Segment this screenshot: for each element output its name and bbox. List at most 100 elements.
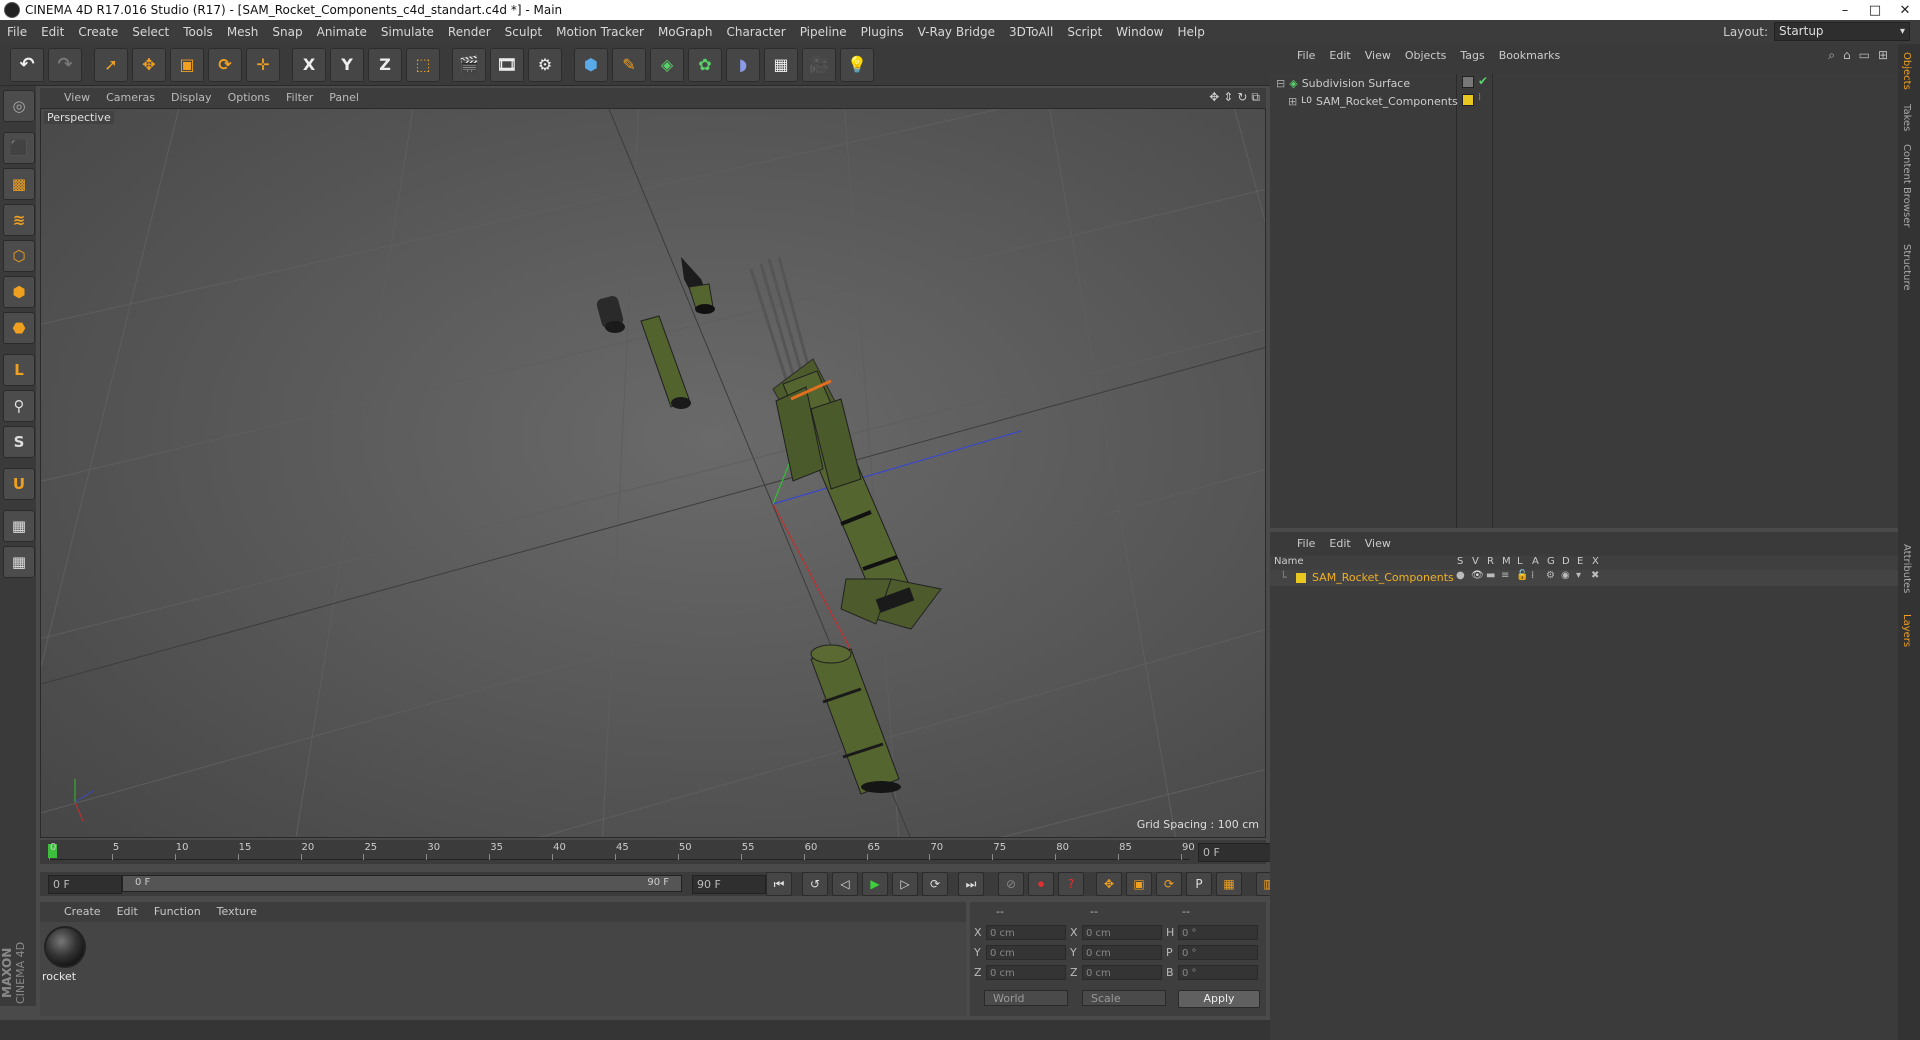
transform-tool-icon[interactable]: ✛ (246, 47, 280, 82)
subdivision-generator-icon[interactable]: ◈ (650, 47, 684, 82)
object-editor-visibility-toggle[interactable] (1462, 76, 1474, 88)
position-x-field[interactable]: 0 cm (986, 925, 1066, 940)
new-window-icon[interactable]: ▭ (1859, 48, 1870, 63)
rotate-tool-icon[interactable]: ⟳ (208, 47, 242, 82)
menu-help[interactable]: Help (1170, 20, 1211, 44)
layer-render-icon[interactable]: ▬ (1486, 570, 1495, 581)
menu-animate[interactable]: Animate (310, 20, 374, 44)
coordinate-mode-dropdown[interactable]: World (984, 990, 1068, 1006)
position-y-field[interactable]: 0 cm (986, 945, 1066, 960)
size-y-field[interactable]: 0 cm (1082, 945, 1162, 960)
menu-vray-bridge[interactable]: V-Ray Bridge (911, 20, 1002, 44)
object-name[interactable]: SAM_Rocket_Components (1316, 95, 1458, 108)
viewport-rotate-icon[interactable]: ↻ (1237, 90, 1247, 105)
previous-key-icon[interactable]: ◁ (832, 872, 858, 896)
render-settings-icon[interactable]: ⚙ (528, 47, 562, 82)
collapse-icon[interactable]: ⊟ (1276, 77, 1285, 90)
search-icon[interactable]: ⌕ (1828, 48, 1835, 63)
deformer-icon[interactable]: ◗ (726, 47, 760, 82)
objects-menu-view[interactable]: View (1358, 49, 1398, 62)
viewport-menu-view[interactable]: View (56, 88, 98, 108)
key-pla-icon[interactable]: ▦ (1216, 872, 1242, 896)
points-mode-icon[interactable]: ⬡ (3, 240, 35, 272)
grid-snap-icon[interactable]: ▦ (3, 546, 35, 578)
spline-pen-icon[interactable]: ✎ (612, 47, 646, 82)
tab-objects[interactable]: Objects (1901, 52, 1912, 90)
move-tool-icon[interactable]: ✥ (132, 47, 166, 82)
menu-select[interactable]: Select (125, 20, 176, 44)
menu-create[interactable]: Create (71, 20, 125, 44)
layers-menu-view[interactable]: View (1358, 537, 1398, 550)
next-key-icon[interactable]: ▷ (892, 872, 918, 896)
object-row-subdivision-surface[interactable]: ⊟ ◈ Subdivision Surface (1276, 74, 1410, 92)
axis-mode-icon[interactable]: L (3, 354, 35, 386)
tab-structure[interactable]: Structure (1901, 244, 1912, 291)
position-z-field[interactable]: 0 cm (986, 965, 1066, 980)
menu-plugins[interactable]: Plugins (854, 20, 911, 44)
menu-simulate[interactable]: Simulate (374, 20, 441, 44)
texture-mode-icon[interactable]: ▩ (3, 168, 35, 200)
home-icon[interactable]: ⌂ (1843, 48, 1851, 63)
menu-file[interactable]: File (0, 20, 34, 44)
light-icon[interactable]: 💡 (840, 47, 874, 82)
objects-menu-bookmarks[interactable]: Bookmarks (1492, 49, 1567, 62)
menu-tools[interactable]: Tools (176, 20, 220, 44)
key-rotation-icon[interactable]: ⟳ (1156, 872, 1182, 896)
record-keyframe-icon[interactable]: ⏺ (1028, 872, 1054, 896)
menu-script[interactable]: Script (1060, 20, 1109, 44)
scale-tool-icon[interactable]: ▣ (170, 47, 204, 82)
tab-takes[interactable]: Takes (1901, 104, 1912, 131)
layer-flag-a[interactable]: A (1532, 556, 1539, 567)
menu-motion-tracker[interactable]: Motion Tracker (549, 20, 651, 44)
viewport-menu-filter[interactable]: Filter (278, 88, 321, 108)
floor-environment-icon[interactable]: ▦ (764, 47, 798, 82)
layer-lock-icon[interactable]: 🔓 (1516, 570, 1528, 581)
enabled-check-icon[interactable]: ✔ (1478, 74, 1488, 88)
polygons-mode-icon[interactable]: ⬣ (3, 312, 35, 344)
snapping-icon[interactable]: S (3, 426, 35, 458)
layer-expressions-icon[interactable]: ▾ (1576, 570, 1581, 581)
layer-deformers-icon[interactable]: ◉ (1561, 570, 1570, 581)
rotation-h-field[interactable]: 0 ° (1178, 925, 1258, 940)
make-editable-icon[interactable]: ◎ (3, 90, 35, 122)
preview-range-slider[interactable]: 0 F 90 F (122, 875, 682, 892)
model-mode-icon[interactable]: ⬛ (3, 132, 35, 164)
live-selection-icon[interactable]: ➚ (94, 47, 128, 82)
layer-xref-icon[interactable]: ✖ (1591, 570, 1599, 581)
objects-menu-edit[interactable]: Edit (1322, 49, 1357, 62)
layer-generators-icon[interactable]: ⚙ (1546, 570, 1555, 581)
layers-menu-edit[interactable]: Edit (1322, 537, 1357, 550)
layer-name-column[interactable]: Name (1274, 556, 1304, 567)
layer-flag-r[interactable]: R (1487, 556, 1494, 567)
menu-mesh[interactable]: Mesh (220, 20, 266, 44)
menu-render[interactable]: Render (441, 20, 498, 44)
key-position-icon[interactable]: ✥ (1096, 872, 1122, 896)
play-forward-icon[interactable]: ▶ (862, 872, 888, 896)
menu-character[interactable]: Character (719, 20, 792, 44)
layer-color-swatch[interactable] (1462, 94, 1474, 106)
layer-flag-d[interactable]: D (1562, 556, 1570, 567)
timeline-track[interactable]: 0 5 10 15 20 25 30 35 40 45 50 55 60 65 70 75 80 85 90 (48, 842, 1195, 860)
motion-record-icon[interactable]: ⊘ (998, 872, 1024, 896)
timeline-ruler[interactable]: 0 5 10 15 20 25 30 35 40 45 50 55 60 65 70 75 80 85 90 0 F (40, 840, 1272, 864)
material-menu-edit[interactable]: Edit (109, 902, 146, 922)
layer-flag-m[interactable]: M (1502, 556, 1511, 567)
go-to-end-icon[interactable]: ⏭ (958, 872, 984, 896)
layer-solo-icon[interactable]: ● (1456, 570, 1465, 581)
menu-edit[interactable]: Edit (34, 20, 71, 44)
viewport-move-icon[interactable]: ✥ (1209, 90, 1219, 105)
loop-mode-icon[interactable]: ⟳ (922, 872, 948, 896)
go-to-start-icon[interactable]: ⏮ (766, 872, 792, 896)
tab-layers[interactable]: Layers (1901, 614, 1912, 647)
menu-3dtoall[interactable]: 3DToAll (1002, 20, 1060, 44)
expand-icon[interactable]: ⊞ (1288, 95, 1297, 108)
rotation-b-field[interactable]: 0 ° (1178, 965, 1258, 980)
layer-color-swatch[interactable] (1296, 573, 1306, 583)
menu-snap[interactable]: Snap (265, 20, 309, 44)
size-x-field[interactable]: 0 cm (1082, 925, 1162, 940)
loop-icon[interactable]: ↺ (802, 872, 828, 896)
workplane-lock-icon[interactable]: ▦ (3, 510, 35, 542)
menu-sculpt[interactable]: Sculpt (498, 20, 549, 44)
render-picture-viewer-icon[interactable]: 🎞 (490, 47, 524, 82)
object-row-sam-rocket-components[interactable]: ⊞ L0 SAM_Rocket_Components (1288, 92, 1458, 110)
